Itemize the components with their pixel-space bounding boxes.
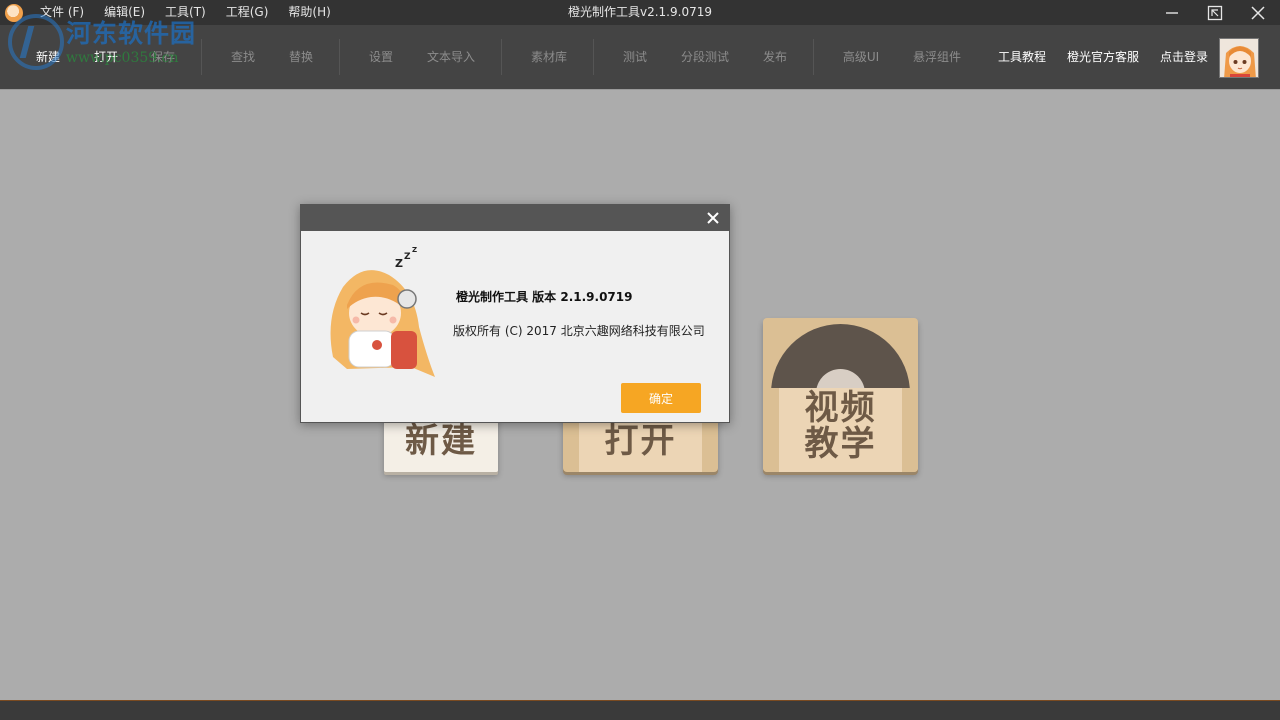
text-import-button[interactable]: 文本导入 [420, 25, 482, 89]
minimize-button[interactable] [1152, 0, 1192, 25]
video-tile-label-line2: 教学 [804, 424, 877, 464]
open-project-tile-label: 打开 [604, 421, 677, 461]
tutorial-link[interactable]: 工具教程 [992, 25, 1052, 89]
login-link[interactable]: 点击登录 [1154, 25, 1214, 89]
dialog-close-button[interactable] [703, 208, 723, 228]
toolbar-separator [501, 39, 502, 75]
new-project-tile-label: 新建 [405, 421, 477, 461]
replace-button[interactable]: 替换 [283, 25, 319, 89]
svg-text:Z: Z [404, 252, 411, 262]
toolbar-separator [201, 39, 202, 75]
product-version: 橙光制作工具 版本 2.1.9.0719 [456, 290, 633, 304]
new-button[interactable]: 新建 [30, 25, 66, 89]
menu-help[interactable]: 帮助(H) [288, 0, 330, 25]
menu-file[interactable]: 文件 (F) [40, 0, 84, 25]
close-icon [1251, 5, 1265, 20]
video-tutorial-tile[interactable]: 视频 教学 [763, 318, 918, 472]
open-button[interactable]: 打开 [88, 25, 124, 89]
menu-edit[interactable]: 编辑(E) [104, 0, 145, 25]
save-button[interactable]: 保存 [145, 25, 181, 89]
support-link[interactable]: 橙光官方客服 [1062, 25, 1144, 89]
publish-button[interactable]: 发布 [757, 25, 793, 89]
asset-library-button[interactable]: 素材库 [525, 25, 573, 89]
minimize-icon [1166, 11, 1178, 14]
svg-text:Z: Z [395, 257, 403, 270]
title-bar: 文件 (F) 编辑(E) 工具(T) 工程(G) 帮助(H) 橙光制作工具v2.… [0, 0, 1280, 25]
maximize-button[interactable] [1195, 0, 1235, 25]
avatar[interactable] [1219, 38, 1259, 78]
avatar-icon [1220, 39, 1258, 77]
test-button[interactable]: 测试 [617, 25, 653, 89]
close-icon [707, 212, 719, 224]
restore-icon [1207, 5, 1223, 20]
app-icon[interactable] [5, 4, 23, 22]
dialog-header [301, 205, 729, 231]
svg-text:Z: Z [412, 247, 417, 254]
advanced-ui-button[interactable]: 高级UI [836, 25, 886, 89]
segment-test-button[interactable]: 分段测试 [674, 25, 736, 89]
toolbar-separator [593, 39, 594, 75]
ok-button[interactable]: 确定 [621, 383, 701, 413]
toolbar-separator [813, 39, 814, 75]
sleeping-mascot-icon: Z Z Z [330, 247, 435, 377]
video-tile-label-line1: 视频 [804, 388, 877, 428]
about-dialog: Z Z Z 橙光制作工具 版本 2.1.9.0719 版权所有 (C) 2017… [300, 204, 730, 423]
status-bar [0, 700, 1280, 720]
settings-button[interactable]: 设置 [363, 25, 399, 89]
close-window-button[interactable] [1238, 0, 1278, 25]
floating-widget-button[interactable]: 悬浮组件 [906, 25, 968, 89]
menu-bar: 文件 (F) 编辑(E) 工具(T) 工程(G) 帮助(H) [40, 0, 351, 25]
toolbar: 新建 打开 保存 查找 替换 设置 文本导入 素材库 测试 分段测试 发布 高级… [0, 25, 1280, 89]
menu-tools[interactable]: 工具(T) [165, 0, 206, 25]
menu-project[interactable]: 工程(G) [226, 0, 269, 25]
find-button[interactable]: 查找 [225, 25, 261, 89]
toolbar-separator [339, 39, 340, 75]
copyright-text: 版权所有 (C) 2017 北京六趣网络科技有限公司 [453, 324, 705, 338]
